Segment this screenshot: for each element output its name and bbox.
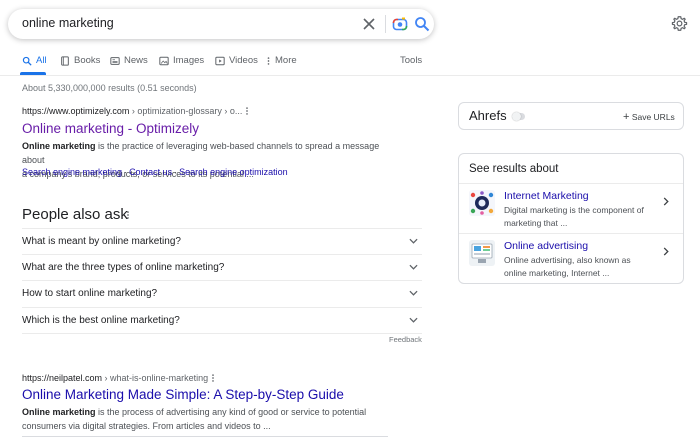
search-input[interactable]: online marketing [22, 16, 114, 30]
result-snippet: Online marketing is the process of adver… [22, 407, 367, 431]
paa-question[interactable]: What are the three types of online marke… [22, 254, 422, 280]
result-title[interactable]: Online Marketing Made Simple: A Step-by-… [22, 387, 344, 402]
gear-icon[interactable] [671, 15, 688, 32]
chevron-down-icon [409, 290, 418, 296]
chevron-right-icon [663, 247, 669, 256]
tab-news[interactable]: News [110, 55, 148, 77]
tab-books[interactable]: Books [60, 55, 100, 77]
ahrefs-logo: Ahrefs [469, 108, 507, 123]
internet-marketing-thumbnail [469, 190, 495, 216]
chevron-down-icon [409, 264, 418, 270]
ahrefs-panel: Ahrefs + Save URLs [458, 102, 684, 130]
more-options-icon[interactable] [243, 106, 251, 116]
chevron-down-icon [409, 317, 418, 323]
paa-divider [22, 333, 422, 334]
result-title[interactable]: Online marketing - Optimizely [22, 121, 199, 136]
sitelinks: Search engine marketing · Contact us · Searc… [22, 167, 288, 177]
search-icon [22, 56, 32, 66]
tools-button[interactable]: Tools [400, 55, 422, 66]
see-results-panel: See results about Internet Marketing Dig… [458, 153, 684, 284]
clear-icon[interactable] [361, 16, 377, 32]
tab-videos[interactable]: Videos [215, 55, 258, 77]
plus-icon: + [623, 111, 630, 123]
search-bar[interactable]: online marketing [8, 9, 434, 39]
ahrefs-toggle[interactable] [512, 112, 525, 121]
see-results-heading: See results about [469, 163, 559, 175]
more-options-icon[interactable] [124, 210, 132, 220]
video-icon [215, 56, 225, 66]
search-icon[interactable] [414, 16, 430, 32]
sitelink[interactable]: Search engine marketing [22, 167, 122, 177]
save-urls-button[interactable]: + Save URLs [623, 111, 675, 123]
search-divider [385, 15, 386, 33]
tab-more[interactable]: More [266, 55, 297, 77]
more-options-icon[interactable] [209, 373, 217, 383]
paa-question[interactable]: Which is the best online marketing? [22, 307, 422, 333]
result-stats: About 5,330,000,000 results (0.51 second… [22, 83, 197, 93]
result-url[interactable]: https://www.optimizely.com › optimizatio… [22, 106, 242, 116]
result-url[interactable]: https://neilpatel.com › what-is-online-m… [22, 373, 208, 383]
online-advertising-thumbnail [469, 240, 495, 266]
chevron-right-icon [663, 197, 669, 206]
result-breadcrumb: › what-is-online-marketing [102, 373, 209, 383]
see-results-desc: Digital marketing is the component of ma… [504, 205, 644, 228]
toggle-knob [512, 112, 521, 121]
book-icon [61, 56, 69, 66]
sitelink[interactable]: Search engine optimization [179, 167, 288, 177]
people-also-ask-heading: People also ask [22, 206, 128, 223]
see-results-item[interactable]: Online advertising Online advertising, a… [459, 234, 683, 284]
news-icon [110, 57, 120, 65]
result-divider [22, 436, 388, 437]
more-icon [267, 57, 270, 65]
paa-question[interactable]: What is meant by online marketing? [22, 228, 422, 254]
lens-icon[interactable] [392, 16, 408, 32]
see-results-item[interactable]: Internet Marketing Digital marketing is … [459, 184, 683, 234]
chevron-down-icon [409, 238, 418, 244]
image-icon [159, 56, 169, 66]
sitelink[interactable]: Contact us [129, 167, 172, 177]
tab-images[interactable]: Images [159, 55, 204, 77]
paa-question[interactable]: How to start online marketing? [22, 280, 422, 306]
result-breadcrumb: › optimization-glossary › o... [129, 106, 243, 116]
see-results-desc: Online advertising, also known as online… [504, 255, 631, 278]
header-divider [0, 75, 700, 76]
feedback-link[interactable]: Feedback [389, 335, 422, 344]
